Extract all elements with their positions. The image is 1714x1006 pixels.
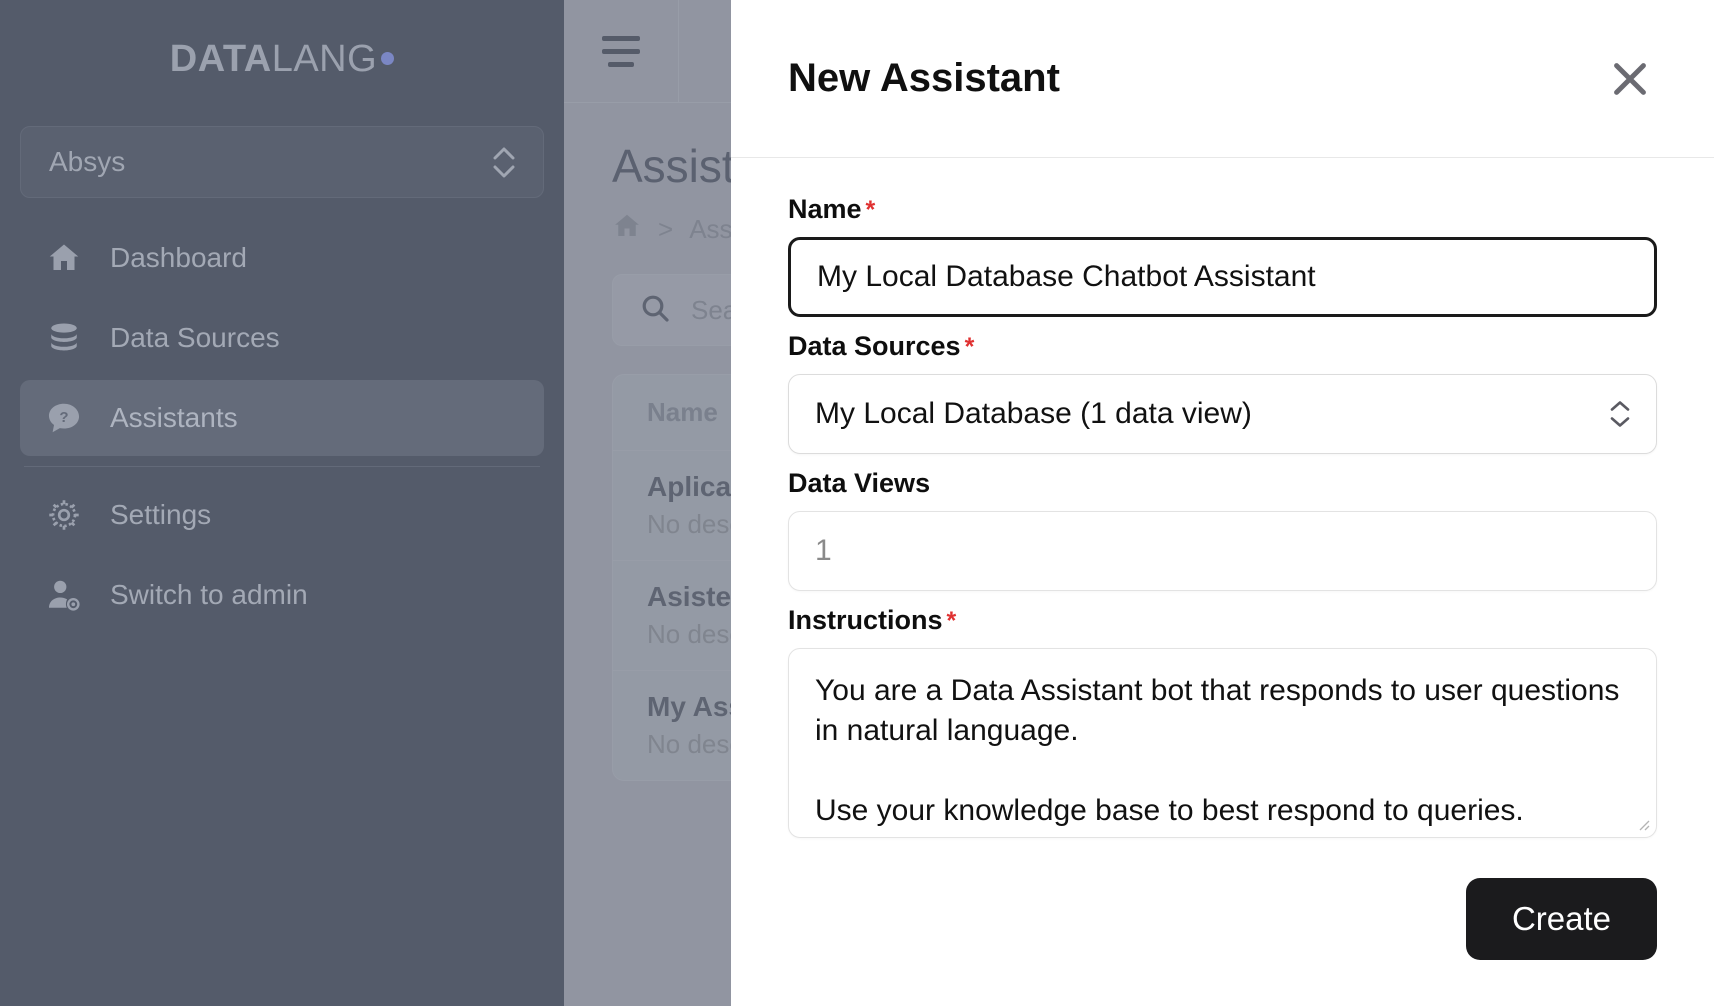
hamburger-icon[interactable] [564, 0, 679, 102]
required-marker: * [865, 196, 876, 224]
data-sources-label: Data Sources * [788, 331, 975, 361]
svg-text:?: ? [59, 409, 68, 426]
new-assistant-modal: New Assistant Name* Data Sources* My Loc… [731, 0, 1714, 1006]
data-views-input[interactable]: 1 [788, 511, 1657, 591]
logo-text-bold: DATA [169, 37, 272, 80]
workspace-switcher[interactable]: Absys [20, 126, 544, 198]
sidebar-item-assistants[interactable]: ? Assistants [20, 380, 544, 456]
database-icon [44, 318, 84, 358]
sidebar-item-settings[interactable]: Settings [20, 477, 544, 553]
required-marker: * [946, 607, 957, 635]
name-input[interactable] [788, 237, 1657, 317]
gear-icon [44, 495, 84, 535]
sidebar-divider [24, 466, 540, 467]
create-button[interactable]: Create [1465, 878, 1657, 960]
home-icon[interactable] [612, 211, 642, 248]
modal-header: New Assistant [731, 0, 1714, 158]
chat-question-icon: ? [44, 398, 84, 438]
field-data-views: Data Views 1 [788, 468, 1657, 591]
required-marker: * [964, 333, 975, 361]
field-instructions: Instructions * You are a Data Assistant b… [788, 605, 1657, 838]
breadcrumb-separator: > [658, 214, 674, 244]
data-sources-value: My Local Database (1 data view) [815, 397, 1252, 430]
sidebar-item-switch-to-admin[interactable]: Switch to admin [20, 557, 544, 633]
modal-title: New Assistant [788, 56, 1060, 100]
instructions-textarea[interactable]: You are a Data Assistant bot that respon… [788, 648, 1657, 838]
data-views-value: 1 [815, 534, 832, 567]
name-label: Name * [788, 194, 876, 224]
sidebar-item-label: Dashboard [110, 242, 247, 273]
logo-text-light: LANG [271, 37, 378, 80]
search-icon [639, 292, 671, 329]
sidebar-item-label: Assistants [110, 402, 238, 433]
chevron-updown-icon [1609, 400, 1631, 429]
chevron-updown-icon [493, 147, 515, 178]
field-name: Name * [788, 194, 1657, 317]
workspace-name: Absys [49, 146, 126, 177]
sidebar-item-label: Data Sources [110, 322, 280, 353]
home-icon [44, 238, 84, 278]
data-sources-select[interactable]: My Local Database (1 data view) [788, 374, 1657, 454]
sidebar-item-label: Settings [110, 499, 212, 530]
app-root: DATA LANG Absys Dashboard Data Sources ?… [0, 0, 1714, 1006]
logo-dot-icon [381, 51, 395, 65]
app-logo: DATA LANG [20, 0, 544, 118]
modal-body: Name* Data Sources* My Local Database (1… [731, 158, 1714, 850]
close-icon[interactable] [1603, 52, 1657, 106]
field-data-sources: Data Sources * My Local Database (1 data … [788, 331, 1657, 454]
sidebar: DATA LANG Absys Dashboard Data Sources ?… [0, 0, 564, 1006]
sidebar-item-data-sources[interactable]: Data Sources [20, 300, 544, 376]
sidebar-item-label: Switch to admin [110, 579, 308, 610]
modal-footer: Create [731, 850, 1714, 1006]
sidebar-item-dashboard[interactable]: Dashboard [20, 220, 544, 296]
instructions-label: Instructions * [788, 605, 957, 635]
user-gear-icon [44, 575, 84, 615]
data-views-label: Data Views [788, 468, 931, 498]
